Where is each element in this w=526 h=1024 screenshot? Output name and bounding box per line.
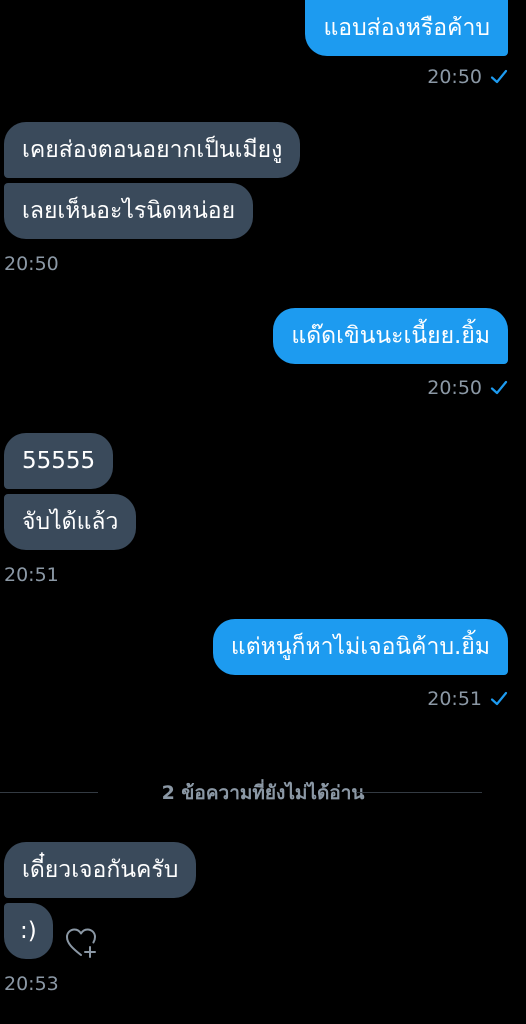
outgoing-message[interactable]: แด๊ดเขินนะเนี้ยย.ยิ้ม: [273, 308, 508, 364]
heart-plus-icon[interactable]: [64, 926, 100, 960]
incoming-message[interactable]: 55555: [4, 433, 114, 489]
outgoing-message[interactable]: แต่หนูก็หาไม่เจอนิค้าบ.ยิ้ม: [212, 619, 508, 675]
incoming-message[interactable]: :): [4, 903, 53, 959]
timestamp-text: 20:51: [427, 688, 482, 710]
message-timestamp: 20:51: [427, 687, 508, 711]
timestamp-text: 20:50: [427, 377, 482, 399]
unread-divider: 2 ข้อความที่ยังไม่ได้อ่าน: [161, 782, 365, 804]
message-timestamp: 20:51: [4, 563, 59, 587]
message-timestamp: 20:50: [427, 376, 508, 400]
divider-line-right: [356, 792, 482, 793]
incoming-message[interactable]: เดี๋ยวเจอกันครับ: [4, 842, 197, 898]
message-timestamp: 20:50: [4, 252, 59, 276]
checkmark-icon: [490, 691, 508, 706]
incoming-message[interactable]: เคยส่องตอนอยากเป็นเมียงู: [4, 122, 301, 178]
message-timestamp: 20:53: [4, 972, 59, 996]
timestamp-text: 20:50: [4, 253, 59, 275]
incoming-message[interactable]: เลยเห็นอะไรนิดหน่อย: [4, 183, 254, 239]
checkmark-icon: [490, 69, 508, 84]
timestamp-text: 20:51: [4, 564, 59, 586]
outgoing-message[interactable]: แอบส่องหรือค้าบ: [305, 0, 508, 56]
timestamp-text: 20:50: [427, 66, 482, 88]
checkmark-icon: [490, 380, 508, 395]
timestamp-text: 20:53: [4, 973, 59, 995]
message-timestamp: 20:50: [427, 65, 508, 89]
incoming-message[interactable]: จับได้แล้ว: [4, 494, 137, 550]
